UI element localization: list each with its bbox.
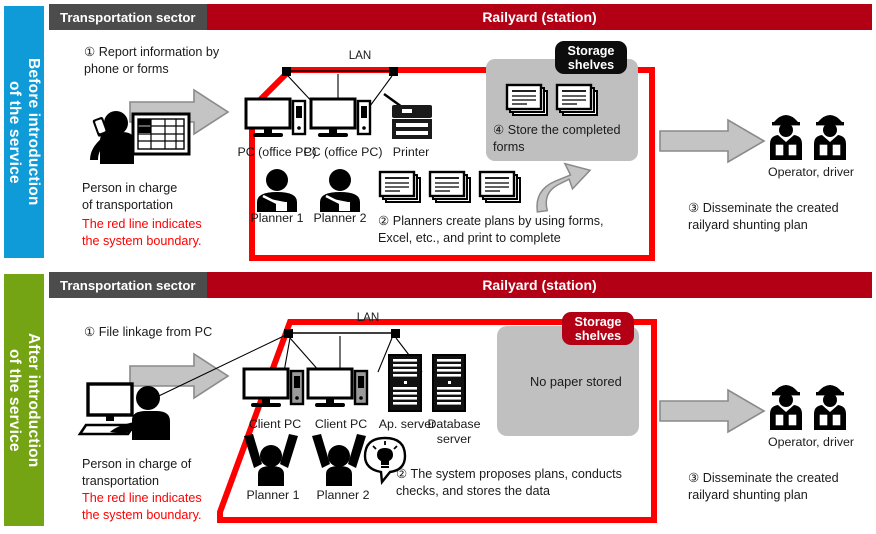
printer-icon [383, 93, 432, 139]
before-lan-label: LAN [348, 49, 372, 62]
person-at-computer-icon [77, 382, 170, 440]
before-step1-text: ① Report information by phone or forms [84, 45, 220, 76]
forms-stack-1-icon [378, 170, 421, 203]
after-planner2-label: Planner 2 [316, 488, 370, 502]
header-transportation-sector-before-label: Transportation sector [60, 9, 196, 25]
client-pc-2-icon [306, 367, 369, 407]
after-step2-text: ② The system proposes plans, conducts ch… [396, 467, 622, 498]
curved-arrow-store-forms [536, 162, 592, 213]
database-server-icon [432, 354, 466, 412]
sidebar-after-label: After introduction of the service [6, 332, 42, 468]
after-db-server-label: Database server [427, 417, 481, 446]
stored-forms-2-icon [555, 83, 598, 116]
header-transportation-sector-before: Transportation sector [49, 4, 207, 30]
header-transportation-sector-after: Transportation sector [49, 272, 207, 298]
diagram-page: Before introduction of the service Trans… [0, 0, 876, 534]
operator-driver-icons-before [770, 115, 846, 160]
header-railyard-after-label: Railyard (station) [482, 277, 597, 293]
storage-shelves-tag-before: Storage shelves [555, 41, 627, 74]
forms-stack-2-icon [428, 170, 471, 203]
lan-network-after [283, 329, 423, 373]
before-printer-label: Printer [392, 145, 430, 159]
operator-driver-icons-after [770, 385, 846, 430]
before-planner2-label: Planner 2 [313, 211, 367, 225]
sidebar-before-label: Before introduction of the service [6, 58, 42, 206]
before-step2-text: ② Planners create plans by using forms, … [378, 214, 604, 245]
after-boundary-note: The red line indicates the system bounda… [82, 491, 202, 522]
planner-2-icon-after [312, 434, 366, 486]
flow-arrow-after-2 [659, 388, 766, 434]
planner-2-icon-before [320, 169, 360, 212]
before-person-caption: Person in charge of transportation [82, 181, 178, 212]
after-operator-caption: Operator, driver [767, 435, 855, 449]
forms-stack-3-icon [478, 170, 521, 203]
header-railyard-before: Railyard (station) [207, 4, 872, 30]
storage-shelves-tag-before-label: Storage shelves [567, 43, 615, 72]
header-railyard-after: Railyard (station) [207, 272, 872, 298]
header-railyard-before-label: Railyard (station) [482, 9, 597, 25]
before-step3-text: ③ Disseminate the created railyard shunt… [688, 201, 839, 232]
stored-forms-1-icon [505, 83, 548, 116]
form-table-icon [131, 112, 191, 156]
after-planner1-label: Planner 1 [246, 488, 300, 502]
sidebar-before-introduction: Before introduction of the service [4, 6, 44, 258]
after-step3-text: ③ Disseminate the created railyard shunt… [688, 471, 839, 502]
office-pc-1-icon [244, 97, 307, 137]
after-no-paper-text: No paper stored [530, 374, 622, 389]
flow-arrow-before-2 [659, 118, 766, 164]
panel-after-introduction: After introduction of the service Transp… [0, 268, 876, 531]
planner-1-icon-before [257, 169, 297, 212]
after-person-caption: Person in charge of transportation [82, 457, 192, 488]
client-pc-1-icon [242, 367, 305, 407]
before-boundary-note: The red line indicates the system bounda… [82, 217, 202, 248]
sidebar-after-introduction: After introduction of the service [4, 274, 44, 526]
after-lan-label: LAN [356, 311, 380, 324]
planner-1-icon-after [244, 434, 298, 486]
before-operator-caption: Operator, driver [767, 165, 855, 179]
header-transportation-sector-after-label: Transportation sector [60, 277, 196, 293]
storage-shelves-tag-after: Storage shelves [562, 312, 634, 345]
panel-before-introduction: Before introduction of the service Trans… [0, 0, 876, 263]
office-pc-2-icon [309, 97, 372, 137]
ap-server-icon [388, 354, 422, 412]
storage-shelves-tag-after-label: Storage shelves [574, 314, 622, 343]
